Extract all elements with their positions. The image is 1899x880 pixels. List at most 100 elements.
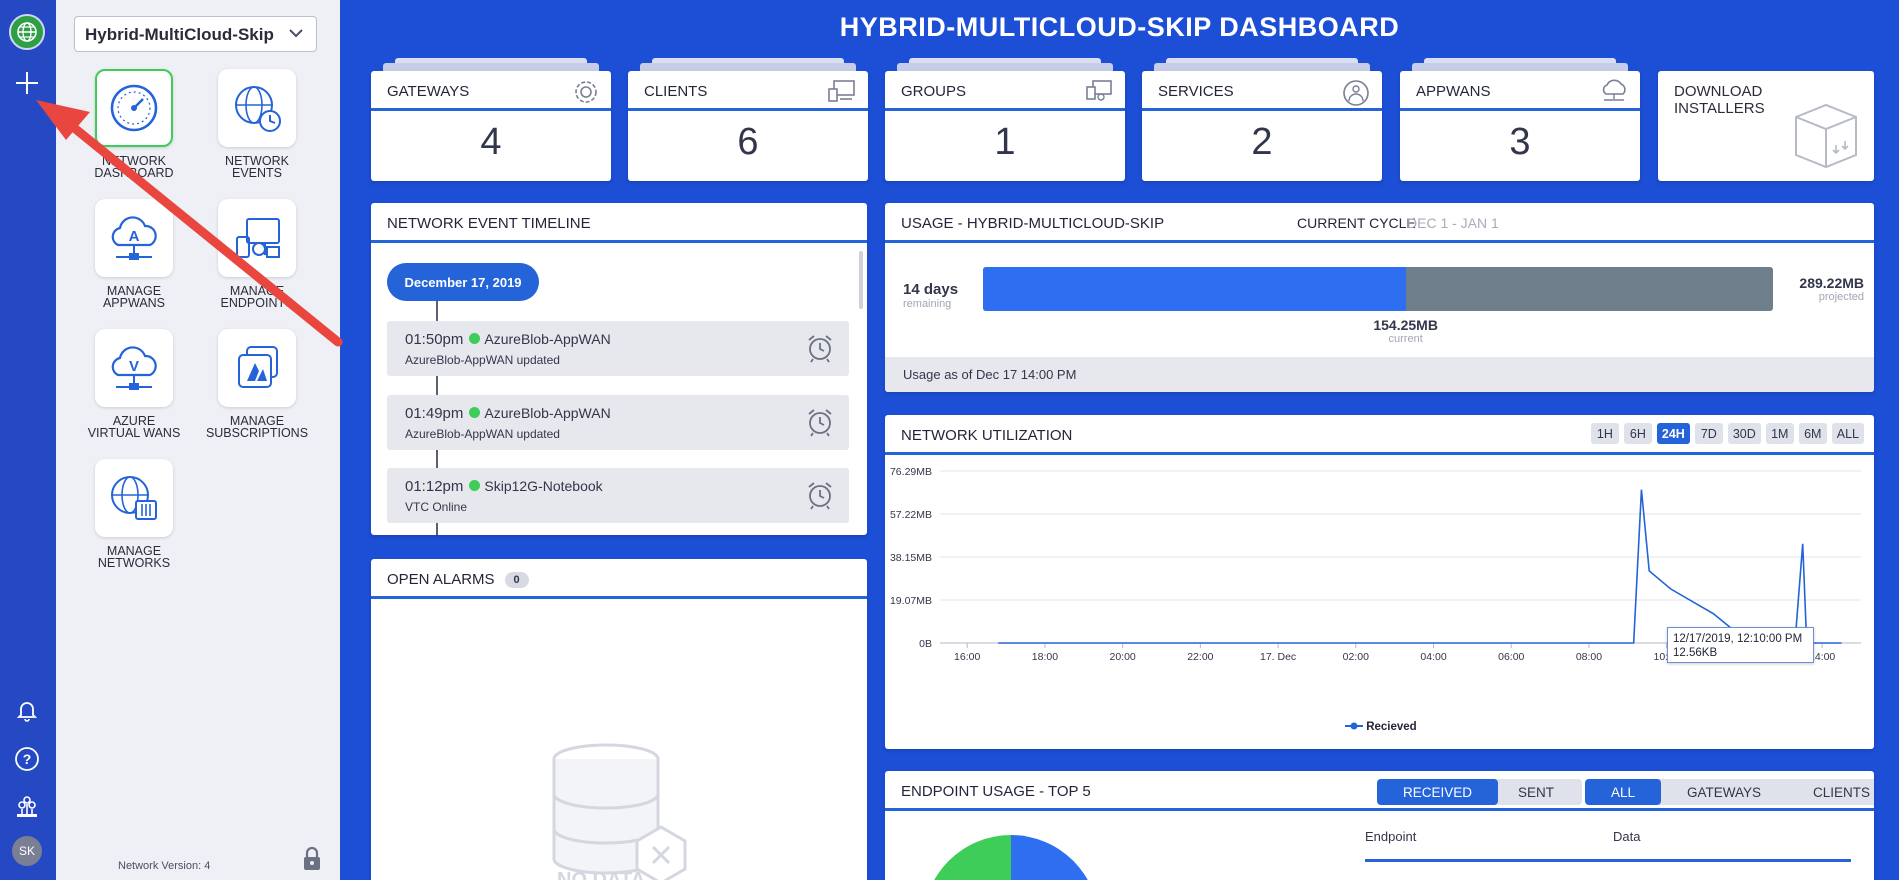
- alarm-clock-icon: [808, 409, 832, 437]
- timeline-date-pill: December 17, 2019: [387, 263, 539, 301]
- legend-marker-icon: [1345, 722, 1363, 730]
- stat-card-groups[interactable]: GROUPS 1: [885, 58, 1125, 181]
- timeline-event[interactable]: 01:50pm AzureBlob-AppWAN AzureBlob-AppWAN…: [387, 321, 849, 376]
- column-header-endpoint[interactable]: Endpoint: [1365, 829, 1416, 844]
- stat-card-clients[interactable]: CLIENTS 6: [628, 58, 868, 181]
- panel-title: NETWORK EVENT TIMELINE: [371, 203, 867, 243]
- status-dot: [469, 480, 481, 491]
- series-line-received: [998, 489, 1842, 644]
- chevron-down-icon: [289, 29, 303, 38]
- cloud-appwan-icon: A: [95, 199, 173, 277]
- globe-clock-icon: [218, 69, 296, 147]
- panel-title: OPEN ALARMS: [387, 571, 495, 588]
- alarm-clock-icon: [808, 482, 832, 510]
- network-selector[interactable]: Hybrid-MultiCloud-Skip: [74, 16, 317, 52]
- organization-icon[interactable]: [10, 790, 44, 824]
- sidebar-item-network-events[interactable]: NETWORK EVENTS: [202, 69, 312, 179]
- stat-card-services[interactable]: SERVICES 2: [1142, 58, 1382, 181]
- sidebar-item-label: NETWORKS: [97, 556, 171, 570]
- direction-toggle: Received Sent: [1377, 779, 1583, 805]
- column-header-data[interactable]: Data: [1613, 829, 1640, 844]
- sidebar-item-manage-networks[interactable]: MANAGE NETWORKS: [79, 459, 189, 569]
- event-detail: VTC Online: [405, 500, 468, 514]
- y-tick-label: 57.22MB: [890, 509, 932, 521]
- utilization-chart[interactable]: 76.29MB 57.22MB 38.15MB 19.07MB 0B 16:00 18:00…: [885, 455, 1874, 749]
- range-button-1m[interactable]: 1m: [1765, 423, 1794, 444]
- endpoints-devices-icon: [218, 199, 296, 277]
- timeline-event[interactable]: 01:49pm AzureBlob-AppWAN AzureBlob-AppWAN…: [387, 395, 849, 450]
- download-installers-card[interactable]: DOWNLOAD INSTALLERS: [1658, 71, 1874, 181]
- panel-title: ENDPOINT USAGE - TOP 5: [901, 783, 1091, 800]
- current-cycle-label: CURRENT CYCLE: [1297, 215, 1416, 231]
- filter-clients-button[interactable]: Clients: [1787, 779, 1874, 805]
- projected-usage-value: 289.22MB: [1799, 275, 1864, 291]
- notifications-bell-icon[interactable]: [10, 693, 44, 727]
- range-button-1h[interactable]: 1h: [1590, 423, 1619, 444]
- sidebar-item-network-dashboard[interactable]: NETWORK DASHBOARD: [79, 69, 189, 179]
- range-button-all[interactable]: All: [1831, 423, 1864, 444]
- panel-title: USAGE - HYBRID-MULTICLOUD-SKIP: [901, 215, 1165, 232]
- stat-card-value: 3: [1509, 121, 1531, 163]
- current-cycle-range: DEC 1 - JAN 1: [1407, 215, 1499, 231]
- sidebar-item-label: APPWANS: [102, 296, 166, 310]
- event-detail: AzureBlob-AppWAN updated: [405, 353, 560, 367]
- globe-settings-icon: [95, 459, 173, 537]
- x-tick-label: 16:00: [954, 651, 980, 663]
- cloud-icon: [1602, 79, 1626, 101]
- endpoint-pie-chart[interactable]: [921, 833, 1101, 880]
- filter-gateways-button[interactable]: Gateways: [1661, 779, 1787, 805]
- current-usage-value: 154.25MB: [1373, 317, 1438, 333]
- sidebar-item-manage-subscriptions[interactable]: MANAGE SUBSCRIPTIONS: [202, 329, 312, 439]
- range-button-6h[interactable]: 6h: [1623, 423, 1652, 444]
- alarm-count-badge: 0: [504, 572, 529, 588]
- event-name: AzureBlob-AppWAN: [484, 405, 611, 421]
- add-icon[interactable]: [10, 66, 44, 100]
- projected-usage-label: projected: [1818, 291, 1864, 303]
- status-dot: [469, 407, 481, 418]
- x-tick-label: 04:00: [1420, 651, 1446, 663]
- tooltip-time: 12/17/2019, 12:10:00 PM: [1673, 633, 1803, 645]
- sidebar-item-label: ENDPOINTS: [220, 296, 294, 310]
- usage-panel: USAGE - HYBRID-MULTICLOUD-SKIP CURRENT C…: [885, 203, 1874, 392]
- stat-card-value: 1: [994, 121, 1016, 163]
- sidebar-item-manage-endpoints[interactable]: MANAGE ENDPOINTS: [202, 199, 312, 309]
- svg-text:A: A: [129, 228, 140, 245]
- user-avatar[interactable]: SK: [12, 836, 42, 866]
- chart-legend[interactable]: Recieved: [1345, 721, 1417, 733]
- range-button-24h[interactable]: 24h: [1656, 423, 1690, 444]
- download-label: INSTALLERS: [1674, 100, 1765, 117]
- range-button-30d[interactable]: 30d: [1727, 423, 1761, 444]
- app-rail: ? SK: [0, 0, 56, 880]
- range-button-7d[interactable]: 7d: [1694, 423, 1723, 444]
- sidebar-item-label: DASHBOARD: [94, 166, 174, 180]
- x-tick-label: 08:00: [1576, 651, 1602, 663]
- help-icon[interactable]: ?: [10, 742, 44, 776]
- sent-toggle-button[interactable]: Sent: [1498, 779, 1582, 805]
- stat-card-value: 6: [737, 121, 759, 163]
- range-button-6m[interactable]: 6m: [1798, 423, 1827, 444]
- current-usage-label: current: [1388, 333, 1423, 345]
- sidebar-item-label: SUBSCRIPTIONS: [205, 426, 309, 440]
- stat-card-gateways[interactable]: GATEWAYS 4: [371, 58, 611, 181]
- status-dot: [469, 333, 481, 344]
- event-time: 01:49pm: [405, 405, 464, 422]
- endpoint-usage-panel: ENDPOINT USAGE - TOP 5 Received Sent All…: [885, 771, 1874, 880]
- cloud-vwan-icon: V: [95, 329, 173, 407]
- open-alarms-panel: OPEN ALARMS 0 NO DATA: [371, 559, 867, 880]
- event-name: AzureBlob-AppWAN: [484, 331, 611, 347]
- stat-card-value: 2: [1251, 121, 1273, 163]
- received-toggle-button[interactable]: Received: [1377, 779, 1499, 805]
- timeline-event[interactable]: 01:12pm Skip12G-Notebook VTC Online: [387, 468, 849, 523]
- lock-icon[interactable]: [302, 846, 322, 877]
- filter-all-button[interactable]: All: [1585, 779, 1662, 805]
- stat-card-appwans[interactable]: APPWANS 3: [1400, 58, 1640, 181]
- sidebar-item-azure-virtual-wans[interactable]: V AZURE VIRTUAL WANS: [79, 329, 189, 439]
- stat-card-value: 4: [480, 121, 502, 163]
- timeline-scrollbar[interactable]: [859, 251, 863, 309]
- legend-label: Recieved: [1366, 721, 1417, 733]
- sidebar-item-manage-appwans[interactable]: A MANAGE APPWANS: [79, 199, 189, 309]
- services-icon: [1343, 80, 1369, 106]
- globe-logo-icon[interactable]: [9, 14, 45, 50]
- no-data-database-icon: [552, 743, 687, 880]
- page-title: HYBRID-MULTICLOUD-SKIP DASHBOARD: [839, 12, 1400, 42]
